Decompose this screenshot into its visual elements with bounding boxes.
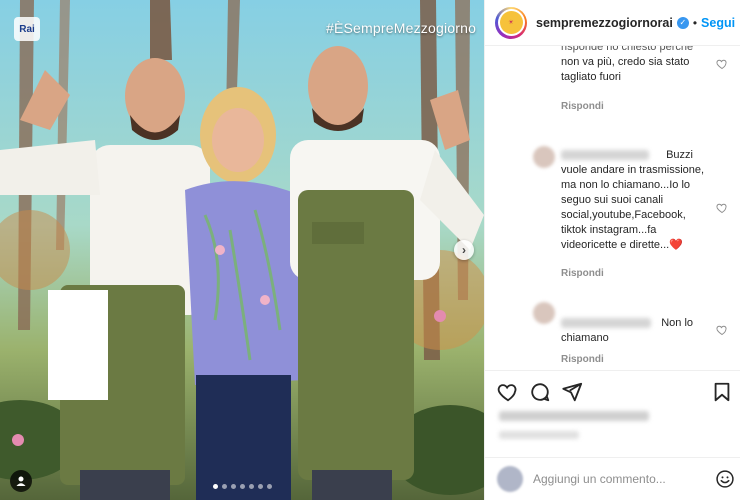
carousel-dot[interactable]	[248, 484, 254, 489]
profile-username[interactable]: sempremezzogiornorai	[536, 16, 673, 30]
rai-logo: Rai	[14, 17, 40, 41]
heart-icon[interactable]	[716, 58, 728, 70]
carousel-dot[interactable]	[212, 484, 218, 489]
post-date	[499, 431, 579, 439]
chevron-right-icon[interactable]: ›	[454, 240, 474, 260]
comment-line: chiamano	[561, 332, 609, 344]
header-separator: •	[692, 15, 698, 30]
carousel-dot[interactable]	[221, 484, 227, 489]
comment-input[interactable]	[533, 468, 703, 490]
comment-line: tiktok instagram...fa	[561, 224, 657, 236]
heart-icon[interactable]	[716, 324, 728, 336]
post-side-panel: ☀ sempremezzogiornorai ✓ • Segui rispond…	[484, 0, 740, 500]
comment-line: tagliato fuori	[561, 71, 621, 83]
comment-line: Buzzi	[666, 149, 693, 161]
comment-line: seguo sui suoi canali	[561, 194, 664, 206]
reply-button[interactable]: Rispondi	[561, 268, 604, 279]
comment-line: risponde ho chiesto perché	[561, 46, 694, 53]
commenter-name[interactable]	[561, 318, 651, 329]
carousel-dot[interactable]	[257, 484, 263, 489]
post-photo[interactable]: Rai #ÈSempreMezzogiorno ›	[0, 0, 484, 500]
comment-line: videoricette e dirette...❤️	[561, 239, 683, 251]
comment-line: vuole andare in trasmissione,	[561, 164, 705, 176]
comment-line: ma non lo chiamano...Io lo	[561, 179, 691, 191]
commenter-avatar[interactable]	[533, 302, 555, 324]
carousel-dot[interactable]	[266, 484, 272, 489]
likes-count[interactable]	[499, 411, 649, 421]
reply-button[interactable]: Rispondi	[561, 101, 604, 112]
commenter-avatar[interactable]	[533, 146, 555, 168]
comment-line: Non lo	[661, 317, 693, 329]
person-icon[interactable]	[10, 470, 32, 492]
comment-line: social,youtube,Facebook,	[561, 209, 686, 221]
avatar	[497, 466, 523, 492]
profile-avatar[interactable]: ☀	[495, 6, 527, 39]
heart-icon[interactable]	[716, 202, 728, 214]
comment-icon[interactable]	[529, 381, 551, 403]
carousel-dot[interactable]	[239, 484, 245, 489]
bookmark-icon[interactable]	[711, 381, 733, 403]
emoji-icon[interactable]	[715, 469, 735, 489]
carousel-dot[interactable]	[230, 484, 236, 489]
post-header: ☀ sempremezzogiornorai ✓ • Segui	[485, 0, 740, 46]
send-icon[interactable]	[561, 381, 583, 403]
follow-button[interactable]: Segui	[701, 16, 735, 30]
comment-line: non va più, credo sia stato	[561, 56, 690, 68]
carousel-dots	[0, 484, 484, 489]
commenter-name[interactable]	[561, 150, 649, 161]
verified-badge-icon: ✓	[676, 16, 689, 29]
photo-hashtag: #ÈSempreMezzogiorno	[326, 20, 477, 36]
comments-list[interactable]: risponde ho chiesto perché non va più, c…	[485, 46, 740, 370]
reply-button[interactable]: Rispondi	[561, 354, 604, 365]
photo-scene	[0, 0, 484, 500]
comment-bar	[485, 457, 740, 500]
heart-icon[interactable]	[497, 381, 519, 403]
post-actions	[485, 370, 740, 500]
